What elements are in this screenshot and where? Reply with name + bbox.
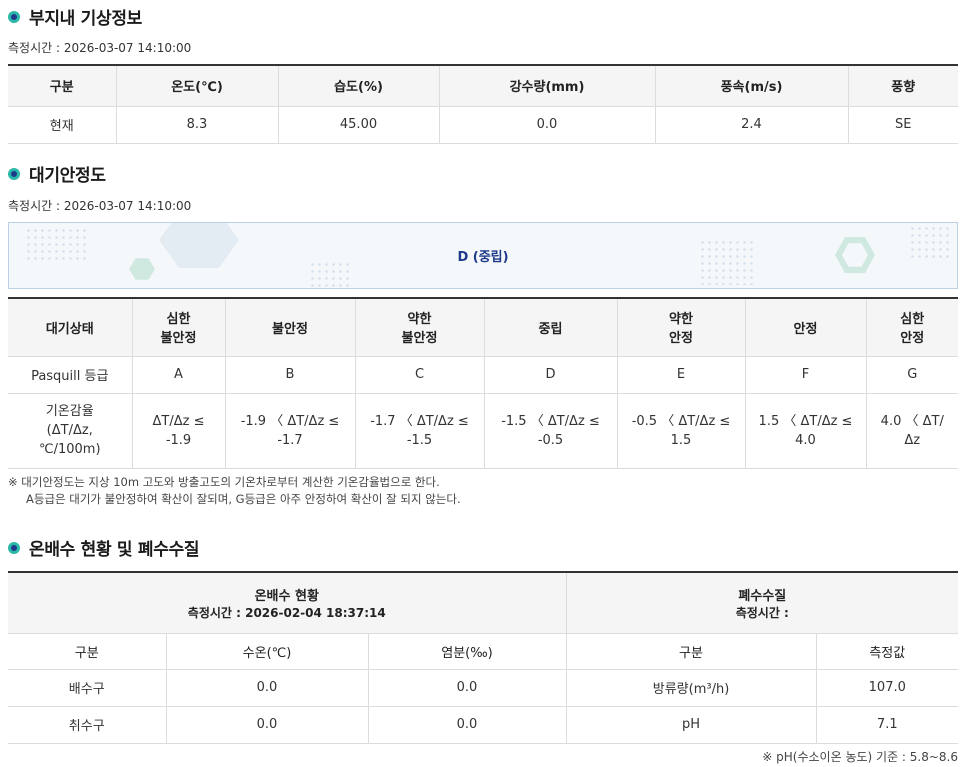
ph-standard-note: ※ pH(수소이온 농도) 기준 : 5.8~8.6 — [762, 750, 958, 764]
weather-header: 풍향 — [847, 64, 958, 107]
stability-banner: D (중립) — [8, 222, 958, 289]
stability-title: 대기안정도 — [29, 166, 106, 186]
stability-measured-time: 측정시간 : 2026-03-07 14:10:00 — [8, 199, 192, 213]
weather-section-title: 부지내 기상정보 — [8, 4, 142, 29]
discharge-column-header: 염분(‰) — [367, 632, 567, 670]
stability-note: ※ 대기안정도는 지상 10m 고도와 방출고도의 기온차로부터 계산한 기온감… — [8, 474, 461, 508]
discharge-cell: 방류량(m³/h) — [565, 668, 817, 707]
stability-header: 심한 안정 — [865, 297, 958, 357]
stability-section-title: 대기안정도 — [8, 161, 106, 186]
stability-header: 불안정 — [224, 297, 356, 357]
weather-header: 풍속(m/s) — [654, 64, 849, 107]
weather-cell: 45.00 — [277, 105, 440, 144]
lapse-rate-range: ΔT/Δz ≤ -1.9 — [131, 392, 226, 469]
stability-header: 중립 — [483, 297, 618, 357]
weather-table: 구분 온도(℃) 습도(%) 강수량(mm) 풍속(m/s) 풍향 현재 8.3… — [8, 64, 958, 144]
lapse-rate-range: 1.5 〈 ΔT/Δz ≤ 4.0 — [744, 392, 867, 469]
lapse-rate-range: 4.0 〈 ΔT/ Δz — [865, 392, 958, 469]
weather-cell: SE — [847, 105, 958, 144]
section-bullet-icon — [8, 10, 20, 23]
stability-header: 대기상태 — [8, 297, 133, 357]
stability-header: 약한 안정 — [616, 297, 746, 357]
pasquill-grade: C — [354, 355, 485, 394]
lapse-rate-range: -0.5 〈 ΔT/Δz ≤ 1.5 — [616, 392, 746, 469]
pasquill-grade: B — [224, 355, 356, 394]
discharge-column-header: 구분 — [565, 632, 817, 670]
discharge-table: 온배수 현황 측정시간 : 2026-02-04 18:37:14 폐수수질 측… — [8, 571, 959, 744]
pasquill-grade: G — [865, 355, 958, 394]
weather-header: 강수량(mm) — [438, 64, 656, 107]
table-row: Pasquill 등급 A B C D E F G — [8, 355, 958, 394]
stability-note-line: A등급은 대기가 불안정하여 확산이 잘되며, G등급은 아주 안정하여 확산이… — [26, 492, 461, 506]
wastewater-time: 측정시간 : — [735, 605, 789, 620]
discharge-column-header: 측정값 — [815, 632, 959, 670]
weather-measured-time: 측정시간 : 2026-03-07 14:10:00 — [8, 41, 192, 55]
thermal-discharge-header: 온배수 현황 측정시간 : 2026-02-04 18:37:14 — [8, 571, 567, 634]
weather-header: 온도(℃) — [115, 64, 279, 107]
pasquill-grade: A — [131, 355, 226, 394]
discharge-column-header: 구분 — [8, 632, 167, 670]
discharge-cell: 107.0 — [815, 668, 959, 707]
pasquill-grade: F — [744, 355, 867, 394]
discharge-cell: 0.0 — [165, 668, 369, 707]
stability-header: 심한 불안정 — [131, 297, 226, 357]
discharge-cell: 취수구 — [8, 705, 167, 744]
table-row: 현재 8.3 45.00 0.0 2.4 SE — [8, 105, 958, 144]
table-row: 기온감율 (ΔT/Δz, ℃/100m) ΔT/Δz ≤ -1.9 -1.9 〈… — [8, 392, 958, 469]
stability-note-line: ※ 대기안정도는 지상 10m 고도와 방출고도의 기온차로부터 계산한 기온감… — [8, 475, 440, 489]
discharge-cell: 배수구 — [8, 668, 167, 707]
pasquill-label: Pasquill 등급 — [8, 355, 133, 394]
pasquill-grade: D — [483, 355, 618, 394]
thermal-discharge-time: 측정시간 : 2026-02-04 18:37:14 — [187, 605, 386, 620]
weather-cell: 2.4 — [654, 105, 849, 144]
discharge-cell: 0.0 — [367, 668, 567, 707]
discharge-column-header: 수온(℃) — [165, 632, 369, 670]
section-bullet-icon — [8, 167, 20, 180]
wastewater-title: 폐수수질 — [738, 588, 787, 604]
stability-table: 대기상태 심한 불안정 불안정 약한 불안정 중립 약한 안정 안정 심한 안정… — [8, 297, 958, 469]
wastewater-header: 폐수수질 측정시간 : — [565, 571, 959, 634]
discharge-cell: pH — [565, 705, 817, 744]
stability-header: 안정 — [744, 297, 867, 357]
table-row: 취수구 0.0 0.0 pH 7.1 — [8, 705, 959, 744]
lapse-rate-range: -1.5 〈 ΔT/Δz ≤ -0.5 — [483, 392, 618, 469]
discharge-cell: 0.0 — [367, 705, 567, 744]
lapse-rate-label: 기온감율 (ΔT/Δz, ℃/100m) — [8, 392, 133, 469]
discharge-cell: 0.0 — [165, 705, 369, 744]
discharge-title: 온배수 현황 및 폐수수질 — [29, 540, 200, 560]
thermal-discharge-title: 온배수 현황 — [254, 588, 319, 604]
weather-cell: 8.3 — [115, 105, 279, 144]
current-stability-value: D (중립) — [457, 250, 509, 265]
discharge-section-title: 온배수 현황 및 폐수수질 — [8, 535, 200, 560]
stability-header: 약한 불안정 — [354, 297, 485, 357]
weather-cell: 현재 — [8, 105, 117, 144]
discharge-cell: 7.1 — [815, 705, 959, 744]
table-row: 배수구 0.0 0.0 방류량(m³/h) 107.0 — [8, 668, 959, 707]
pasquill-grade: E — [616, 355, 746, 394]
lapse-rate-range: -1.9 〈 ΔT/Δz ≤ -1.7 — [224, 392, 356, 469]
section-bullet-icon — [8, 541, 20, 554]
weather-cell: 0.0 — [438, 105, 656, 144]
weather-header: 구분 — [8, 64, 117, 107]
lapse-rate-range: -1.7 〈 ΔT/Δz ≤ -1.5 — [354, 392, 485, 469]
weather-title: 부지내 기상정보 — [29, 9, 142, 29]
weather-header: 습도(%) — [277, 64, 440, 107]
